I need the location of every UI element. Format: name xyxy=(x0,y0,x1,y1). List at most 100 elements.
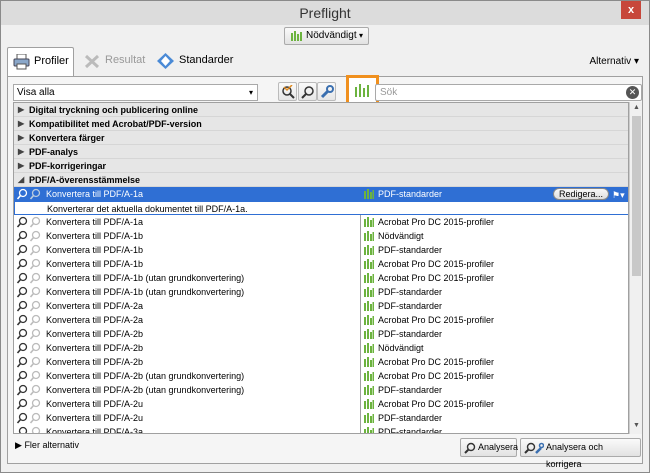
magnifier-icon xyxy=(464,442,476,454)
row-icons xyxy=(16,355,44,369)
library-icon xyxy=(364,329,374,339)
chevron-down-icon: ▾ xyxy=(358,31,363,40)
analyze-button[interactable]: Analysera xyxy=(460,438,518,457)
tab-profiler[interactable]: Profiler xyxy=(7,47,74,77)
table-row[interactable]: Konvertera till PDF/A-2a Acrobat Pro DC 2… xyxy=(14,313,628,327)
library-icon xyxy=(364,231,374,241)
table-row[interactable]: Konvertera till PDF/A-3a PDF-standarder xyxy=(14,425,628,434)
search-placeholder: Sök xyxy=(380,87,398,98)
search-input[interactable]: Sök ✕ xyxy=(375,84,642,101)
row-icons xyxy=(16,271,44,285)
profile-library: Acrobat Pro DC 2015-profiler xyxy=(378,399,495,409)
row-icons xyxy=(16,327,44,341)
scroll-thumb[interactable] xyxy=(632,116,641,276)
row-icons xyxy=(16,341,44,355)
library-icon xyxy=(364,287,374,297)
wrench-button[interactable] xyxy=(317,82,336,101)
magnifier-icon xyxy=(16,244,41,256)
category-label: Konvertera färger xyxy=(29,133,105,143)
expand-arrow-icon: ▶ xyxy=(18,161,25,170)
analyze-fix-button[interactable]: Analysera och korrigera xyxy=(520,438,641,469)
table-row[interactable]: Konvertera till PDF/A-2b (utan grundkonv… xyxy=(14,383,628,397)
category-row[interactable]: ▶ Kompatibilitet med Acrobat/PDF-version xyxy=(14,117,628,131)
chevron-down-icon: ▾ xyxy=(633,56,639,67)
tab-resultat[interactable]: Resultat xyxy=(79,47,151,77)
row-icons xyxy=(16,369,44,383)
table-row[interactable]: Konvertera till PDF/A-1b (utan grundkonv… xyxy=(14,285,628,299)
library-icon xyxy=(364,245,374,255)
title-bar: Preflight x xyxy=(1,1,649,25)
filter-dropdown[interactable]: Nödvändigt ▾ xyxy=(284,27,369,45)
magnifier-icon xyxy=(16,216,41,228)
row-icons xyxy=(16,187,44,201)
show-select[interactable]: Visa alla ▾ xyxy=(13,84,258,101)
magnifier-icon xyxy=(16,328,41,340)
library-icon xyxy=(364,301,374,311)
flag-menu-icon[interactable]: ⚑▾ xyxy=(612,188,625,202)
table-row[interactable]: Konvertera till PDF/A-2u PDF-standarder xyxy=(14,411,628,425)
table-row[interactable]: Konvertera till PDF/A-1b Nödvändigt xyxy=(14,229,628,243)
table-row[interactable]: Konvertera till PDF/A-2b Acrobat Pro DC 2… xyxy=(14,355,628,369)
category-row[interactable]: ◢ PDF/A-överensstämmelse xyxy=(14,173,628,187)
profile-label: Konvertera till PDF/A-2a xyxy=(46,315,144,325)
category-row[interactable]: ▶ PDF-korrigeringar xyxy=(14,159,628,173)
table-row[interactable]: Konvertera till PDF/A-1b Acrobat Pro DC 2… xyxy=(14,257,628,271)
category-row[interactable]: ▶ Digital tryckning och publicering onlin… xyxy=(14,103,628,117)
category-label: PDF/A-överensstämmelse xyxy=(29,175,141,185)
printer-icon xyxy=(13,54,30,70)
profile-label: Konvertera till PDF/A-2b xyxy=(46,329,144,339)
library-icon xyxy=(364,371,374,381)
table-row[interactable]: Konvertera till PDF/A-1b (utan grundkonv… xyxy=(14,271,628,285)
profile-library: Acrobat Pro DC 2015-profiler xyxy=(378,371,495,381)
profile-label: Konvertera till PDF/A-2u xyxy=(46,413,144,423)
find-button[interactable] xyxy=(298,82,317,101)
library-icon xyxy=(364,343,374,353)
library-icon xyxy=(364,189,374,199)
expand-arrow-icon: ▶ xyxy=(18,105,25,114)
table-row[interactable]: Konvertera till PDF/A-2b Nödvändigt xyxy=(14,341,628,355)
table-row[interactable]: Konvertera till PDF/A-2b (utan grundkonv… xyxy=(14,369,628,383)
more-options-toggle[interactable]: ▶ Fler alternativ xyxy=(15,440,79,451)
edit-button[interactable]: Redigera... xyxy=(553,188,609,200)
profile-library: Acrobat Pro DC 2015-profiler xyxy=(378,357,495,367)
magnifier-check-icon xyxy=(282,85,295,99)
collapse-arrow-icon: ◢ xyxy=(18,175,25,184)
wrench-icon xyxy=(320,85,334,99)
magnifier-icon xyxy=(16,398,41,410)
select-profile-button[interactable] xyxy=(278,82,297,101)
table-row[interactable]: Konvertera till PDF/A-1a Acrobat Pro DC 2… xyxy=(14,215,628,229)
filter-label: Nödvändigt xyxy=(306,30,357,41)
scrollbar[interactable]: ▲ ▼ xyxy=(629,102,642,434)
profile-label: Konvertera till PDF/A-1b (utan grundkonv… xyxy=(46,287,245,297)
scroll-down-icon[interactable]: ▼ xyxy=(632,422,641,432)
scroll-up-icon[interactable]: ▲ xyxy=(632,104,641,114)
profile-label: Konvertera till PDF/A-3a xyxy=(46,427,144,434)
magnifier-icon xyxy=(16,258,41,270)
tab-label: Resultat xyxy=(105,54,146,66)
analyze-fix-label: Analysera och korrigera xyxy=(546,442,604,469)
category-row[interactable]: ▶ PDF-analys xyxy=(14,145,628,159)
library-icon xyxy=(364,315,374,325)
table-row[interactable]: Konvertera till PDF/A-2a PDF-standarder xyxy=(14,299,628,313)
alternativ-menu[interactable]: Alternativ ▾ xyxy=(590,56,640,67)
tab-standarder[interactable]: Standarder xyxy=(153,47,235,77)
category-row[interactable]: ▶ Konvertera färger xyxy=(14,131,628,145)
row-icons xyxy=(16,299,44,313)
profile-label: Konvertera till PDF/A-2a xyxy=(46,301,144,311)
table-row[interactable]: Konvertera till PDF/A-2b PDF-standarder xyxy=(14,327,628,341)
profile-library: PDF-standarder xyxy=(378,301,443,311)
expand-arrow-icon: ▶ xyxy=(18,119,25,128)
table-row[interactable]: Konvertera till PDF/A-2u Acrobat Pro DC 2… xyxy=(14,397,628,411)
more-options-label: Fler alternativ xyxy=(24,440,79,450)
expand-arrow-icon: ▶ xyxy=(18,147,25,156)
library-icon xyxy=(364,357,374,367)
close-button[interactable]: x xyxy=(621,1,641,19)
clear-search-icon[interactable]: ✕ xyxy=(626,86,639,99)
search-icon xyxy=(301,86,314,99)
profile-library: Acrobat Pro DC 2015-profiler xyxy=(378,315,495,325)
chevron-down-icon: ▾ xyxy=(248,88,253,97)
table-row-selected[interactable]: Konvertera till PDF/A-1a PDF-standarder … xyxy=(14,187,628,202)
profile-library: PDF-standarder xyxy=(378,413,443,423)
row-icons xyxy=(16,285,44,299)
table-row[interactable]: Konvertera till PDF/A-1b PDF-standarder xyxy=(14,243,628,257)
